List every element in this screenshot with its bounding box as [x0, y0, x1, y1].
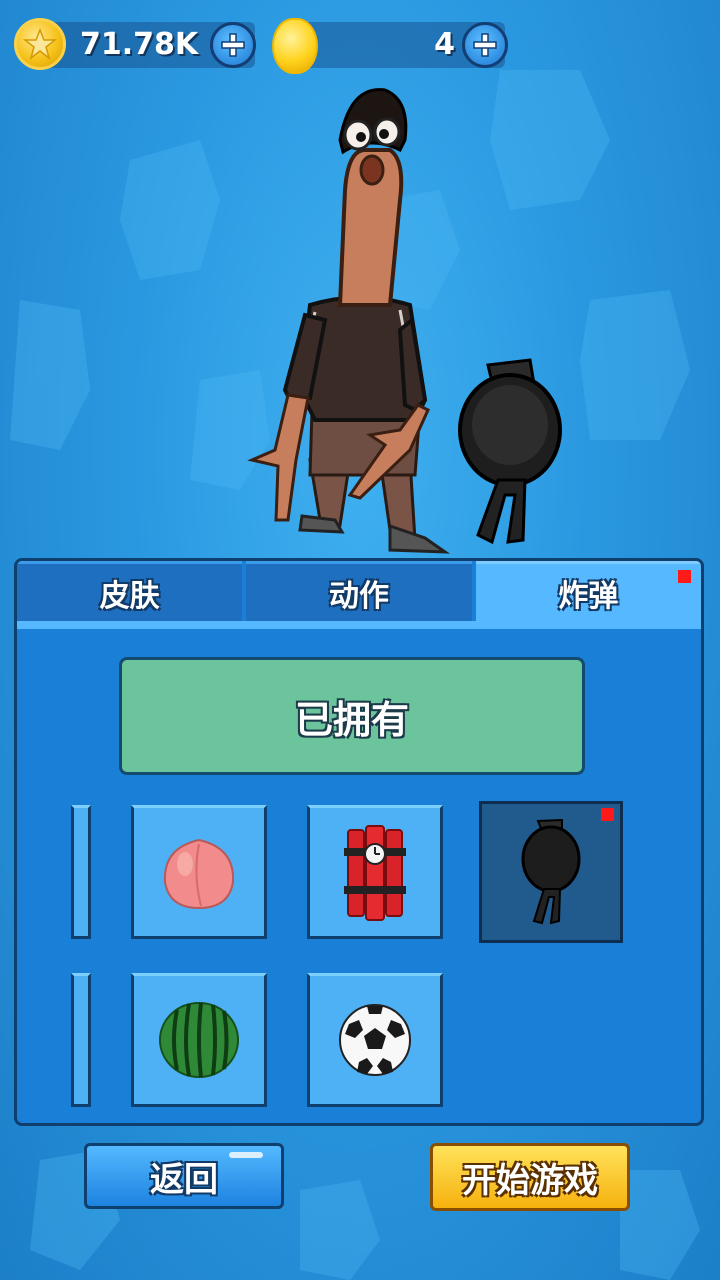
gold-amount: 71.78K	[80, 27, 199, 62]
plus-icon	[473, 33, 497, 57]
peach-icon	[163, 838, 235, 910]
tab-underline	[17, 621, 701, 629]
item-slot-partial[interactable]	[71, 805, 91, 939]
item-slot-partial[interactable]	[71, 973, 91, 1107]
category-tabs: 皮肤 动作 炸弹	[17, 561, 701, 621]
start-label: 开始游戏	[462, 1160, 598, 1201]
frying-pan-icon	[521, 818, 581, 925]
gold-gem-icon	[272, 18, 318, 74]
item-panel: 皮肤 动作 炸弹 已拥有	[14, 558, 704, 1126]
item-slot-dynamite[interactable]	[307, 805, 443, 939]
item-slot-soccer-ball[interactable]	[307, 973, 443, 1107]
button-shine	[229, 1152, 263, 1158]
character-preview	[247, 88, 562, 554]
tab-bombs[interactable]: 炸弹	[475, 561, 701, 621]
item-slot-frying-pan[interactable]	[479, 801, 623, 943]
add-gold-button[interactable]	[210, 22, 256, 68]
tab-actions[interactable]: 动作	[246, 561, 472, 621]
notification-dot	[677, 570, 691, 583]
star-coin-icon	[14, 18, 66, 70]
plus-icon	[221, 33, 245, 57]
notification-dot	[601, 808, 614, 821]
item-slot-watermelon[interactable]	[131, 973, 267, 1107]
gem-amount: 4	[434, 27, 455, 62]
dynamite-icon	[344, 825, 406, 921]
start-game-button[interactable]: 开始游戏	[430, 1143, 630, 1211]
watermelon-icon	[159, 1002, 239, 1078]
owned-label: 已拥有	[294, 697, 409, 742]
back-label: 返回	[150, 1159, 218, 1200]
owned-button[interactable]: 已拥有	[119, 657, 585, 775]
tab-label: 炸弹	[558, 578, 619, 614]
frying-pan-icon	[458, 358, 562, 545]
tab-skins[interactable]: 皮肤	[17, 561, 243, 621]
tab-label: 动作	[328, 578, 389, 614]
tab-label: 皮肤	[99, 578, 160, 614]
item-slot-peach[interactable]	[131, 805, 267, 939]
add-gem-button[interactable]	[462, 22, 508, 68]
back-button[interactable]: 返回	[84, 1143, 284, 1209]
soccer-ball-icon	[339, 1004, 411, 1076]
